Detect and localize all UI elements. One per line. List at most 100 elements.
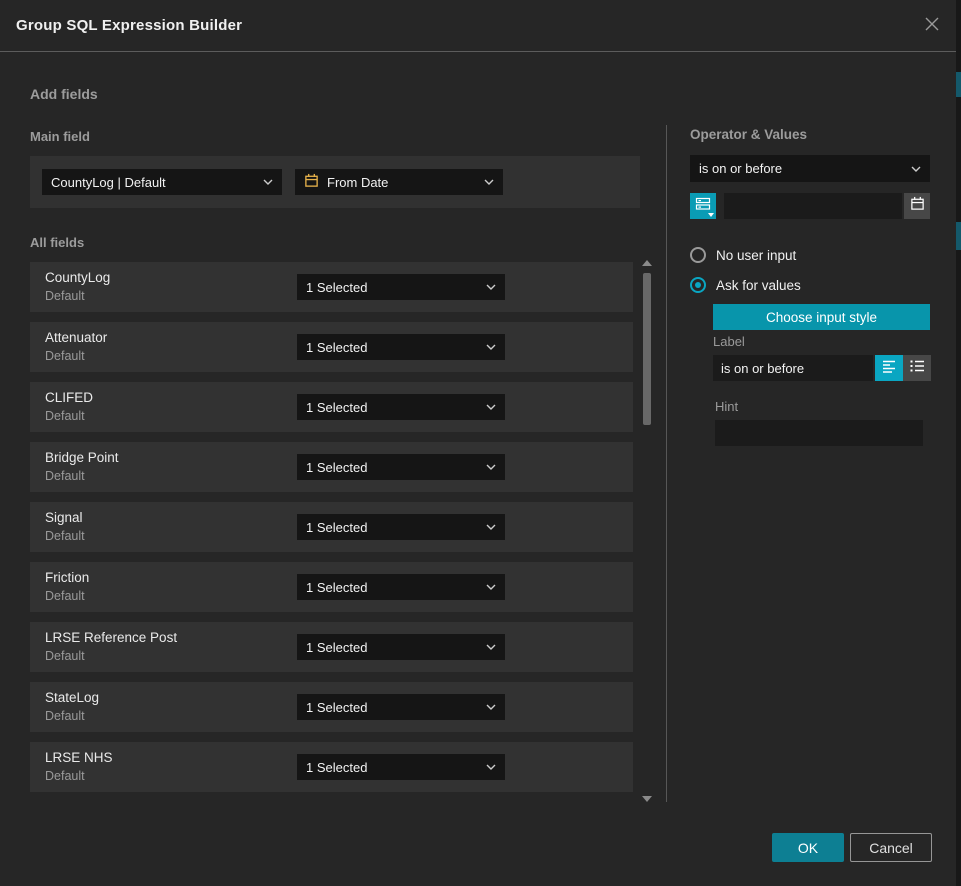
main-layer-select-value: CountyLog | Default (51, 175, 257, 190)
field-row: LRSE Reference Post Default 1 Selected (30, 622, 633, 672)
operator-select-value: is on or before (699, 161, 905, 176)
field-selection-value: 1 Selected (306, 460, 480, 475)
chevron-down-icon (484, 179, 494, 185)
main-field-select[interactable]: From Date (295, 169, 503, 195)
background-app-edge (956, 0, 961, 886)
chevron-down-icon (486, 704, 496, 710)
field-name: Friction (45, 570, 89, 585)
field-selection-value: 1 Selected (306, 760, 480, 775)
radio-circle (690, 277, 706, 293)
field-subtitle: Default (45, 529, 85, 543)
chevron-down-icon (486, 764, 496, 770)
field-selection-dropdown[interactable]: 1 Selected (297, 334, 505, 360)
field-name: Signal (45, 510, 83, 525)
field-selection-dropdown[interactable]: 1 Selected (297, 634, 505, 660)
date-calendar-icon (304, 173, 319, 191)
field-row: Bridge Point Default 1 Selected (30, 442, 633, 492)
align-left-icon (882, 359, 897, 378)
main-layer-select[interactable]: CountyLog | Default (42, 169, 282, 195)
ok-button[interactable]: OK (772, 833, 844, 862)
field-name: LRSE NHS (45, 750, 113, 765)
chevron-down-icon (911, 166, 921, 172)
background-accent-segment (956, 222, 961, 250)
field-name: CLIFED (45, 390, 93, 405)
field-row: Attenuator Default 1 Selected (30, 322, 633, 372)
field-row: StateLog Default 1 Selected (30, 682, 633, 732)
fields-scrollbar[interactable] (638, 256, 656, 804)
align-left-style-button[interactable] (875, 355, 903, 381)
field-name: CountyLog (45, 270, 110, 285)
chevron-down-icon (486, 404, 496, 410)
field-subtitle: Default (45, 769, 85, 783)
field-selection-value: 1 Selected (306, 280, 480, 295)
value-input-wrap (724, 193, 902, 219)
field-selection-dropdown[interactable]: 1 Selected (297, 574, 505, 600)
hint-input[interactable] (715, 420, 923, 446)
caret-down-icon (708, 213, 714, 217)
chevron-down-icon (486, 344, 496, 350)
field-name: Attenuator (45, 330, 107, 345)
radio-ask-for-values[interactable]: Ask for values (690, 275, 930, 295)
scrollbar-thumb[interactable] (643, 273, 651, 425)
main-field-panel: CountyLog | Default From Date (30, 156, 640, 208)
field-selection-dropdown[interactable]: 1 Selected (297, 514, 505, 540)
close-icon (924, 16, 940, 37)
main-field-heading: Main field (30, 129, 90, 144)
radio-label: Ask for values (716, 278, 801, 293)
operator-select[interactable]: is on or before (690, 155, 930, 182)
radio-no-user-input[interactable]: No user input (690, 245, 930, 265)
chevron-down-icon (486, 284, 496, 290)
close-button[interactable] (922, 16, 942, 36)
chevron-down-icon (486, 524, 496, 530)
field-row: Signal Default 1 Selected (30, 502, 633, 552)
cancel-button[interactable]: Cancel (850, 833, 932, 862)
field-subtitle: Default (45, 589, 85, 603)
field-subtitle: Default (45, 289, 85, 303)
field-selection-dropdown[interactable]: 1 Selected (297, 394, 505, 420)
add-fields-heading: Add fields (30, 86, 98, 102)
choose-input-style-button[interactable]: Choose input style (713, 304, 930, 330)
field-name: Bridge Point (45, 450, 119, 465)
field-selection-value: 1 Selected (306, 580, 480, 595)
panel-divider (666, 125, 667, 802)
label-field-label: Label (713, 334, 745, 349)
date-picker-button[interactable] (904, 193, 930, 219)
field-row: LRSE NHS Default 1 Selected (30, 742, 633, 792)
scroll-up-arrow-icon[interactable] (642, 260, 652, 266)
scroll-down-arrow-icon[interactable] (642, 796, 652, 802)
radio-circle (690, 247, 706, 263)
field-selection-value: 1 Selected (306, 400, 480, 415)
all-fields-heading: All fields (30, 235, 84, 250)
field-subtitle: Default (45, 469, 85, 483)
list-style-button[interactable] (903, 355, 931, 381)
field-name: LRSE Reference Post (45, 630, 177, 645)
field-row: Friction Default 1 Selected (30, 562, 633, 612)
field-subtitle: Default (45, 409, 85, 423)
list-icon (910, 359, 925, 378)
input-type-button[interactable] (690, 193, 716, 219)
field-name: StateLog (45, 690, 99, 705)
background-accent-segment (956, 72, 961, 97)
value-row (690, 193, 930, 219)
date-value-input[interactable] (724, 193, 902, 219)
all-fields-list: CountyLog Default 1 Selected Attenuator … (30, 262, 633, 802)
operator-values-heading: Operator & Values (690, 127, 807, 142)
field-selection-dropdown[interactable]: 1 Selected (297, 274, 505, 300)
label-input[interactable] (713, 355, 873, 381)
field-selection-value: 1 Selected (306, 340, 480, 355)
field-selection-dropdown[interactable]: 1 Selected (297, 694, 505, 720)
dialog-title: Group SQL Expression Builder (16, 17, 242, 34)
field-subtitle: Default (45, 649, 85, 663)
field-selection-value: 1 Selected (306, 520, 480, 535)
chevron-down-icon (486, 464, 496, 470)
field-selection-dropdown[interactable]: 1 Selected (297, 754, 505, 780)
field-subtitle: Default (45, 709, 85, 723)
chevron-down-icon (263, 179, 273, 185)
hint-field-label: Hint (715, 399, 738, 414)
group-sql-expression-builder-dialog: Group SQL Expression Builder Add fields … (0, 0, 961, 886)
label-row (713, 355, 931, 381)
field-selection-dropdown[interactable]: 1 Selected (297, 454, 505, 480)
field-selection-value: 1 Selected (306, 640, 480, 655)
hint-input-wrap (715, 420, 923, 446)
label-input-wrap (713, 355, 873, 381)
